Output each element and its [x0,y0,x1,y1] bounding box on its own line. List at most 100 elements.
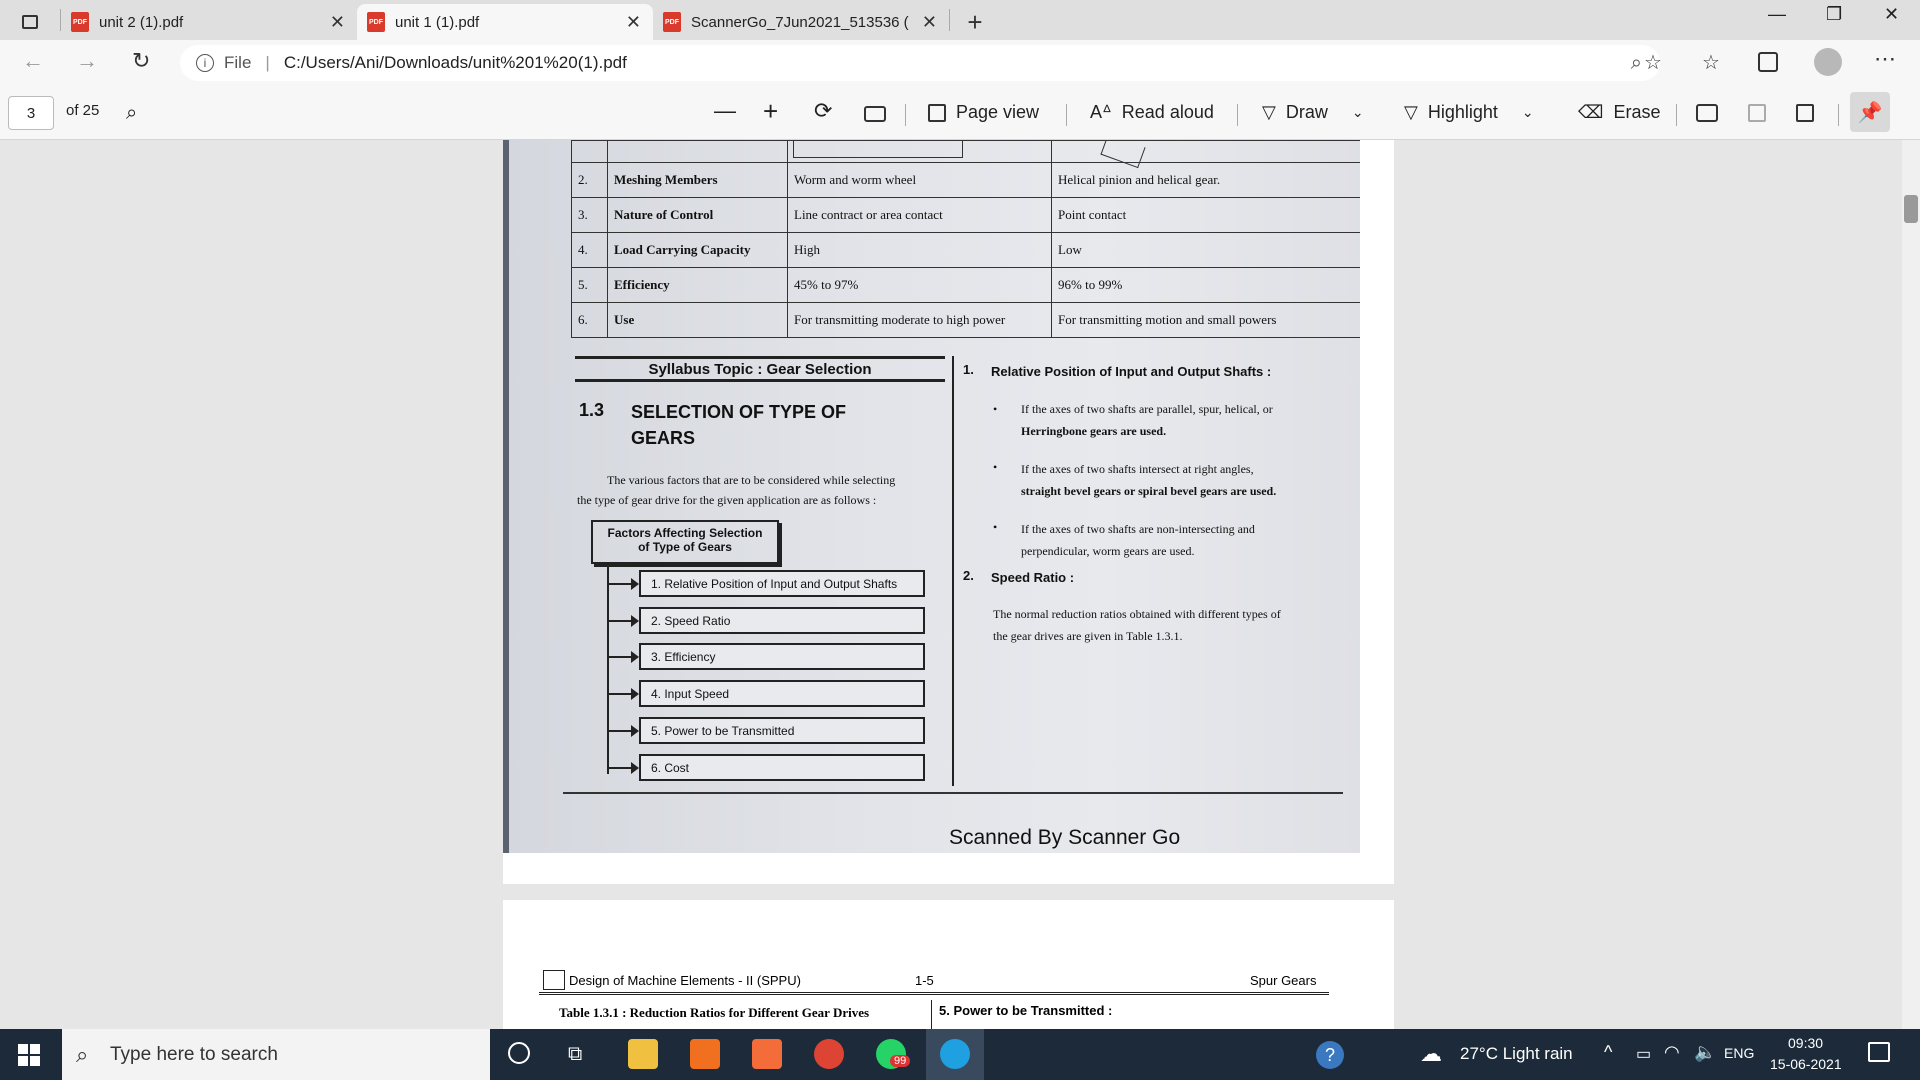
xampp-icon[interactable] [752,1039,782,1069]
tab-actions-icon[interactable] [0,4,60,40]
publisher-logo-icon [543,970,565,990]
draw-button[interactable]: ▽ Draw ⌄ [1262,102,1364,123]
heading-number: 1. [963,362,974,377]
chevron-down-icon[interactable]: ⌄ [1352,104,1364,121]
draw-icon: ▽ [1262,102,1276,122]
factor-item: 5. Power to be Transmitted [639,717,925,744]
table-cell: Use [607,302,788,338]
erase-button[interactable]: ⌫ Erase [1578,102,1660,123]
read-aloud-button[interactable]: Aᐞ Read aloud [1090,102,1214,123]
notifications-icon[interactable] [1868,1042,1890,1062]
table-cell: Load Carrying Capacity [607,232,788,268]
table-cell: Efficiency [607,267,788,303]
factor-item: 1. Relative Position of Input and Output… [639,570,925,597]
minimize-button[interactable]: — [1768,4,1786,25]
profile-avatar[interactable] [1814,48,1842,76]
factors-box: Factors Affecting Selection of Type of G… [591,520,779,564]
page-view-icon [928,103,946,122]
highlight-button[interactable]: ▽ Highlight ⌄ [1404,102,1534,123]
close-window-button[interactable]: ✕ [1884,4,1899,25]
tab-unit1[interactable]: PDF unit 1 (1).pdf ✕ [357,4,653,40]
chevron-up-icon[interactable]: ^ [1604,1042,1612,1063]
file-label: File [224,53,252,72]
refresh-icon[interactable]: ↻ [132,48,150,74]
favorites-icon[interactable]: ☆ [1702,50,1720,75]
cortana-icon[interactable] [508,1042,530,1064]
weather-icon[interactable]: ☁ [1420,1041,1442,1067]
table-cell: 45% to 97% [787,267,1052,303]
tab-label: ScannerGo_7Jun2021_513536 (1) [691,13,909,31]
volume-icon[interactable]: 🔈 [1694,1042,1716,1063]
file-explorer-icon[interactable] [628,1039,658,1069]
arrow-icon [607,651,639,663]
bullet-text-line2: Herringbone gears are used. [1021,424,1167,438]
fit-page-icon[interactable] [864,106,886,122]
weather-text[interactable]: 27°C Light rain [1460,1044,1573,1064]
page-view-button[interactable]: Page view [928,102,1039,123]
pdf-page-4: Design of Machine Elements - II (SPPU) 1… [503,900,1394,1029]
clock-date[interactable]: 15-06-2021 [1770,1056,1842,1072]
section-number: 1.3 [579,400,605,420]
tab-scannergo[interactable]: PDF ScannerGo_7Jun2021_513536 (1) ✕ [653,4,949,40]
zoom-icon[interactable]: ⌕ [1631,52,1642,75]
arrow-icon [607,578,639,590]
tab-unit2[interactable]: PDF unit 2 (1).pdf ✕ [61,4,357,40]
back-icon[interactable]: ← [22,48,44,74]
chevron-down-icon[interactable]: ⌄ [1522,104,1534,121]
taskbar-search-input[interactable]: ⌕ Type here to search [62,1029,490,1080]
favorite-add-icon[interactable]: ☆ [1644,50,1662,75]
zoom-in-icon[interactable]: + [763,96,778,127]
page-count: of 25 [66,102,100,119]
search-icon[interactable]: ⌕ [126,102,137,125]
edge-icon[interactable] [940,1039,970,1069]
clock-time[interactable]: 09:30 [1788,1035,1823,1051]
zoom-out-icon[interactable]: — [714,98,736,124]
url-field[interactable]: i File | C:/Users/Ani/Downloads/unit%201… [180,45,1660,81]
scrollbar[interactable] [1902,140,1920,1029]
restore-button[interactable]: ❐ [1826,4,1842,25]
new-tab-button[interactable]: + [950,4,1000,40]
close-icon[interactable]: ✕ [922,12,937,33]
collections-icon[interactable] [1758,52,1778,72]
intro-text-line2: the type of gear drive for the given app… [577,493,877,507]
read-aloud-label: Read aloud [1121,102,1214,122]
wifi-icon[interactable]: ◠ [1664,1042,1680,1063]
help-icon[interactable]: ? [1316,1041,1344,1069]
scrollbar-thumb[interactable] [1904,195,1918,223]
factor-item: 6. Cost [639,754,925,781]
battery-icon[interactable]: ▭ [1636,1044,1651,1064]
pin-toolbar-icon[interactable]: 📌 [1850,92,1890,132]
forward-icon[interactable]: → [76,48,98,74]
start-icon[interactable] [18,1044,40,1066]
close-icon[interactable]: ✕ [330,12,345,33]
eraser-icon: ⌫ [1578,102,1604,122]
page-rule [563,792,1343,794]
save-as-icon[interactable] [1796,104,1814,122]
syllabus-banner: Syllabus Topic : Gear Selection [575,356,945,382]
highlight-label: Highlight [1427,102,1498,122]
table-cell: Helical pinion and helical gear. [1051,162,1360,198]
ratio-text: The normal reduction ratios obtained wit… [993,607,1281,621]
bullet-text: If the axes of two shafts intersect at r… [1021,462,1254,476]
rotate-icon[interactable]: ⟳ [814,98,832,124]
task-view-icon[interactable]: ⧉ [568,1043,582,1066]
close-icon[interactable]: ✕ [626,12,641,33]
page-view-label: Page view [956,102,1040,122]
save-icon[interactable] [1748,104,1766,122]
page-number-input[interactable]: 3 [8,96,54,130]
notification-badge: 99 [890,1055,911,1067]
table-cell: Point contact [1051,197,1360,233]
info-icon[interactable]: i [196,54,214,72]
print-icon[interactable] [1696,104,1718,122]
sublime-text-icon[interactable] [690,1039,720,1069]
toolbar-divider [905,104,906,126]
more-menu-icon[interactable]: ⋯ [1874,46,1896,72]
toolbar-divider [1066,104,1067,126]
chrome-icon[interactable] [814,1039,844,1069]
scanned-image: 2. Meshing Members Worm and worm wheel Heli… [503,140,1360,853]
factor-item: 2. Speed Ratio [639,607,925,634]
table-cell: 96% to 99% [1051,267,1360,303]
language-indicator[interactable]: ENG [1724,1045,1754,1061]
factor-item: 4. Input Speed [639,680,925,707]
table-cell: 3. [571,197,608,233]
